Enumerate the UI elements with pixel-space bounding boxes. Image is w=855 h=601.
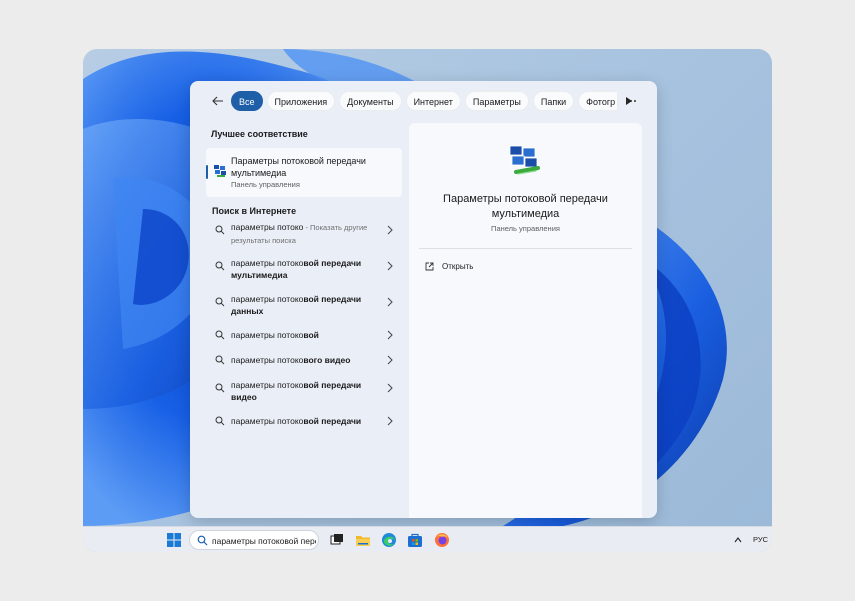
- search-icon: [215, 297, 225, 307]
- back-button[interactable]: [208, 91, 228, 111]
- open-label: Открыть: [442, 262, 474, 271]
- result-query-prefix: параметры потоко: [231, 330, 304, 340]
- web-result-item[interactable]: параметры потоко - Показать другие резул…: [206, 221, 402, 249]
- result-query-prefix: параметры потоко: [231, 222, 304, 232]
- search-icon: [215, 416, 225, 426]
- open-external-icon: [425, 262, 434, 271]
- filter-all[interactable]: Все: [231, 91, 263, 111]
- result-query-completion: вого видео: [303, 355, 351, 365]
- web-result-item[interactable]: параметры потокового видео: [206, 354, 402, 368]
- task-view-icon[interactable]: [329, 532, 345, 548]
- best-match-subtitle: Панель управления: [231, 180, 300, 189]
- search-icon: [215, 261, 225, 271]
- detail-title: Параметры потоковой передачи мультимедиа: [443, 193, 608, 220]
- media-streaming-icon: [214, 165, 226, 177]
- search-input[interactable]: [212, 533, 316, 548]
- chevron-right-icon: [387, 225, 393, 235]
- web-result-item[interactable]: параметры потоковой передачи данных: [206, 293, 402, 321]
- detail-subtitle: Панель управления: [491, 224, 560, 233]
- chevron-right-icon: [387, 416, 393, 426]
- best-match-heading: Лучшее соответствие: [211, 129, 308, 139]
- result-query-prefix: параметры потоко: [231, 355, 304, 365]
- store-icon[interactable]: [407, 532, 423, 548]
- chevron-up-icon[interactable]: [733, 535, 743, 545]
- best-match-title: Параметры потоковой передачи мультимедиа: [231, 156, 366, 178]
- back-arrow-icon: [212, 96, 223, 106]
- web-result-item[interactable]: параметры потоковой: [206, 329, 402, 343]
- more-options-button[interactable]: [623, 93, 639, 109]
- search-panel: Все Приложения Документы Интернет Параме…: [190, 81, 657, 518]
- desktop-screen: Все Приложения Документы Интернет Параме…: [83, 49, 772, 552]
- taskbar-search-box[interactable]: [189, 530, 319, 550]
- edge-icon[interactable]: [381, 532, 397, 548]
- search-icon: [215, 355, 225, 365]
- search-icon: [215, 383, 225, 393]
- chevron-right-icon: [387, 355, 393, 365]
- chevron-right-icon: [387, 330, 393, 340]
- search-icon: [197, 535, 208, 546]
- open-action[interactable]: Открыть: [425, 262, 473, 271]
- result-query-prefix: параметры потоко: [231, 416, 304, 426]
- result-query-prefix: параметры потоко: [231, 258, 304, 268]
- language-indicator[interactable]: РУС: [753, 535, 768, 544]
- search-icon: [215, 330, 225, 340]
- chevron-right-icon: [387, 383, 393, 393]
- chevron-right-icon: [387, 297, 393, 307]
- web-search-heading: Поиск в Интернете: [212, 206, 297, 216]
- search-icon: [215, 225, 225, 235]
- selection-indicator: [206, 165, 208, 179]
- file-explorer-icon[interactable]: [355, 532, 371, 548]
- result-query-completion: вой передачи: [303, 416, 362, 426]
- result-query-prefix: параметры потоко: [231, 380, 304, 390]
- filter-settings[interactable]: Параметры: [464, 91, 529, 111]
- web-result-item[interactable]: параметры потоковой передачи видео: [206, 379, 402, 407]
- firefox-icon[interactable]: [434, 532, 450, 548]
- best-match-item[interactable]: Параметры потоковой передачи мультимедиа…: [206, 148, 402, 197]
- filter-web[interactable]: Интернет: [405, 91, 461, 111]
- ellipsis-icon: [626, 100, 636, 102]
- chevron-right-icon: [387, 261, 393, 271]
- web-result-item[interactable]: параметры потоковой передачи мультимедиа: [206, 257, 402, 285]
- taskbar: РУС: [83, 526, 772, 552]
- start-icon[interactable]: [167, 533, 181, 547]
- media-streaming-icon: [509, 145, 540, 175]
- filter-bar: Все Приложения Документы Интернет Параме…: [190, 81, 657, 121]
- result-query-prefix: параметры потоко: [231, 294, 304, 304]
- divider: [419, 248, 632, 249]
- filter-apps[interactable]: Приложения: [266, 91, 336, 111]
- filter-folders[interactable]: Папки: [532, 91, 575, 111]
- web-result-item[interactable]: параметры потоковой передачи: [206, 415, 402, 429]
- filter-documents[interactable]: Документы: [339, 91, 402, 111]
- result-query-completion: вой: [303, 330, 319, 340]
- filter-photos[interactable]: Фотогр: [578, 91, 619, 111]
- detail-pane: Параметры потоковой передачи мультимедиа…: [409, 123, 642, 518]
